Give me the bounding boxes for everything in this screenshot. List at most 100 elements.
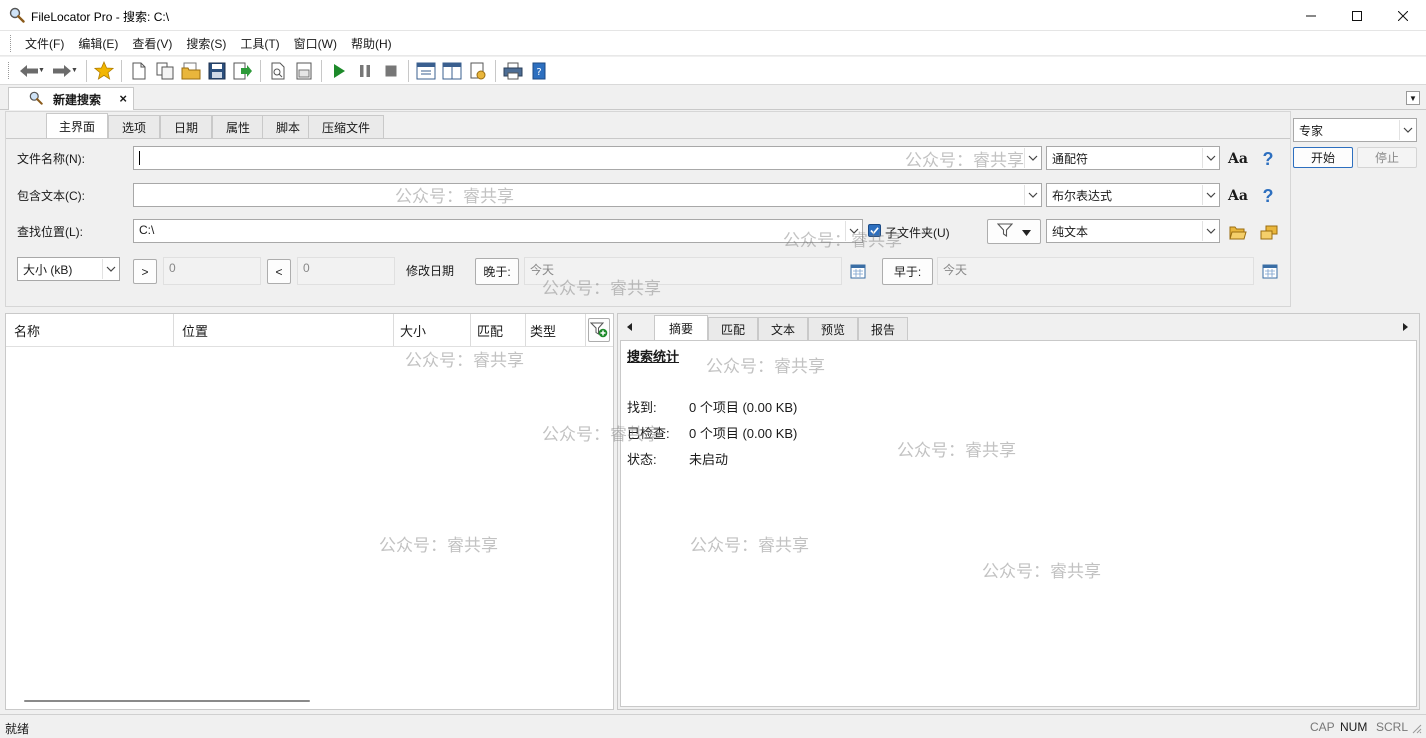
title-bar: FileLocator Pro - 搜索: C:\ xyxy=(0,0,1426,31)
menu-tools[interactable]: 工具(T) xyxy=(233,32,286,55)
start-search-button[interactable]: 开始 xyxy=(1293,147,1353,168)
tab-date[interactable]: 日期 xyxy=(160,115,212,138)
pause-button[interactable] xyxy=(352,59,378,83)
export-button[interactable] xyxy=(230,59,256,83)
menu-bar: 文件(F) 编辑(E) 查看(V) 搜索(S) 工具(T) 窗口(W) 帮助(H… xyxy=(0,31,1426,56)
contains-text-label: 包含文本(C): xyxy=(17,189,85,203)
layout-panes-button[interactable] xyxy=(439,59,465,83)
filename-history-dropdown-icon[interactable] xyxy=(1024,148,1040,168)
minimize-button[interactable] xyxy=(1288,0,1334,31)
greater-than-button[interactable]: > xyxy=(133,259,157,284)
contains-help-icon[interactable]: ? xyxy=(1258,186,1278,206)
tab-attributes[interactable]: 属性 xyxy=(212,115,264,138)
column-header-name[interactable]: 名称 xyxy=(6,314,174,346)
subfolders-label[interactable]: 子文件夹(U) xyxy=(885,224,950,241)
open-folder-button[interactable] xyxy=(178,59,204,83)
num-lock-indicator: NUM xyxy=(1340,720,1368,734)
forward-dropdown-icon[interactable]: ▼ xyxy=(71,67,79,74)
contains-text-input[interactable] xyxy=(133,183,1042,207)
horizontal-scrollbar[interactable] xyxy=(24,700,310,702)
document-tab-label: 新建搜索 xyxy=(53,92,102,107)
column-header-size[interactable]: 大小 xyxy=(394,314,471,346)
menu-window[interactable]: 窗口(W) xyxy=(287,32,344,55)
stop-search-button[interactable]: 停止 xyxy=(1357,147,1417,168)
close-window-button[interactable] xyxy=(1380,0,1426,31)
results-list[interactable]: 名称 位置 大小 匹配 类型 xyxy=(5,313,614,710)
filter-dropdown-button[interactable] xyxy=(987,219,1041,244)
back-dropdown-icon[interactable]: ▼ xyxy=(38,67,46,74)
less-than-button[interactable]: < xyxy=(267,259,291,284)
resize-grip-icon[interactable] xyxy=(1412,723,1422,737)
before-date-input[interactable]: 今天 xyxy=(937,257,1254,285)
filetype-mode-select[interactable]: 纯文本 xyxy=(1046,219,1220,243)
stop-button[interactable] xyxy=(378,59,404,83)
detail-tab-report[interactable]: 报告 xyxy=(858,317,908,340)
new-document-button[interactable] xyxy=(126,59,152,83)
print-preview-button[interactable] xyxy=(265,59,291,83)
contains-history-dropdown-icon[interactable] xyxy=(1024,185,1040,205)
column-header-match[interactable]: 匹配 xyxy=(471,314,526,346)
menu-search[interactable]: 搜索(S) xyxy=(179,32,233,55)
tab-script[interactable]: 脚本 xyxy=(262,115,314,138)
column-header-type[interactable]: 类型 xyxy=(526,314,586,346)
favorites-star-button[interactable] xyxy=(91,59,117,83)
detail-tab-matches[interactable]: 匹配 xyxy=(708,317,758,340)
before-calendar-icon[interactable] xyxy=(1261,262,1279,280)
tab-options[interactable]: 选项 xyxy=(108,115,160,138)
status-bar: 就绪 CAP NUM SCRL xyxy=(0,714,1426,738)
close-tab-icon[interactable]: × xyxy=(119,91,127,106)
document-tab-new-search[interactable]: 新建搜索 × xyxy=(8,87,134,110)
contains-case-sensitive-button[interactable]: Aa xyxy=(1226,187,1250,205)
before-date-button[interactable]: 早于: xyxy=(882,258,933,285)
print-button[interactable] xyxy=(500,59,526,83)
size-unit-dropdown-icon[interactable] xyxy=(102,259,118,279)
filename-case-sensitive-button[interactable]: Aa xyxy=(1226,150,1250,168)
detail-tab-summary[interactable]: 摘要 xyxy=(654,315,708,340)
tab-scroll-right-icon[interactable] xyxy=(1400,321,1410,333)
save-button[interactable] xyxy=(204,59,230,83)
browse-folder-icon[interactable] xyxy=(1228,223,1248,241)
search-mode-select[interactable]: 专家 xyxy=(1293,118,1417,142)
location-label: 查找位置(L): xyxy=(17,225,84,239)
after-date-input[interactable]: 今天 xyxy=(524,257,842,285)
menu-edit[interactable]: 编辑(E) xyxy=(71,32,125,55)
size-max-input[interactable]: 0 xyxy=(297,257,395,285)
contains-mode-select[interactable]: 布尔表达式 xyxy=(1046,183,1220,207)
start-play-button[interactable] xyxy=(326,59,352,83)
location-input[interactable]: C:\ xyxy=(133,219,863,243)
add-column-filter-icon[interactable] xyxy=(588,318,610,342)
tab-archives[interactable]: 压缩文件 xyxy=(308,115,384,138)
size-unit-select[interactable]: 大小 (kB) xyxy=(17,257,120,281)
filename-mode-dropdown-icon[interactable] xyxy=(1202,148,1218,168)
caps-lock-indicator: CAP xyxy=(1310,720,1335,734)
toolbar-grip xyxy=(8,62,11,79)
contains-mode-dropdown-icon[interactable] xyxy=(1202,185,1218,205)
after-calendar-icon[interactable] xyxy=(849,262,867,280)
maximize-button[interactable] xyxy=(1334,0,1380,31)
subfolders-checkbox[interactable] xyxy=(868,224,881,237)
filetype-dropdown-icon[interactable] xyxy=(1202,221,1218,241)
filename-help-icon[interactable]: ? xyxy=(1258,149,1278,169)
settings-document-button[interactable] xyxy=(465,59,491,83)
filename-input[interactable] xyxy=(133,146,1042,170)
detail-tab-preview[interactable]: 预览 xyxy=(808,317,858,340)
folder-list-icon[interactable] xyxy=(1259,223,1279,241)
detail-tab-text[interactable]: 文本 xyxy=(758,317,808,340)
search-mode-dropdown-icon[interactable] xyxy=(1399,120,1415,140)
after-date-button[interactable]: 晚于: xyxy=(475,258,519,285)
report-button[interactable] xyxy=(291,59,317,83)
location-history-dropdown-icon[interactable] xyxy=(845,221,861,241)
menu-view[interactable]: 查看(V) xyxy=(125,32,179,55)
column-header-location[interactable]: 位置 xyxy=(174,314,394,346)
copy-search-button[interactable] xyxy=(152,59,178,83)
toolbar: ▼ ▼ ? xyxy=(0,57,1426,85)
tab-list-dropdown-icon[interactable]: ▼ xyxy=(1406,91,1420,105)
layout-switch-button[interactable] xyxy=(413,59,439,83)
tab-main[interactable]: 主界面 xyxy=(46,113,108,138)
help-book-button[interactable]: ? xyxy=(526,59,552,83)
menu-help[interactable]: 帮助(H) xyxy=(344,32,399,55)
tab-scroll-left-icon[interactable] xyxy=(624,321,634,333)
menu-file[interactable]: 文件(F) xyxy=(18,32,71,55)
size-min-input[interactable]: 0 xyxy=(163,257,261,285)
filename-mode-select[interactable]: 通配符 xyxy=(1046,146,1220,170)
